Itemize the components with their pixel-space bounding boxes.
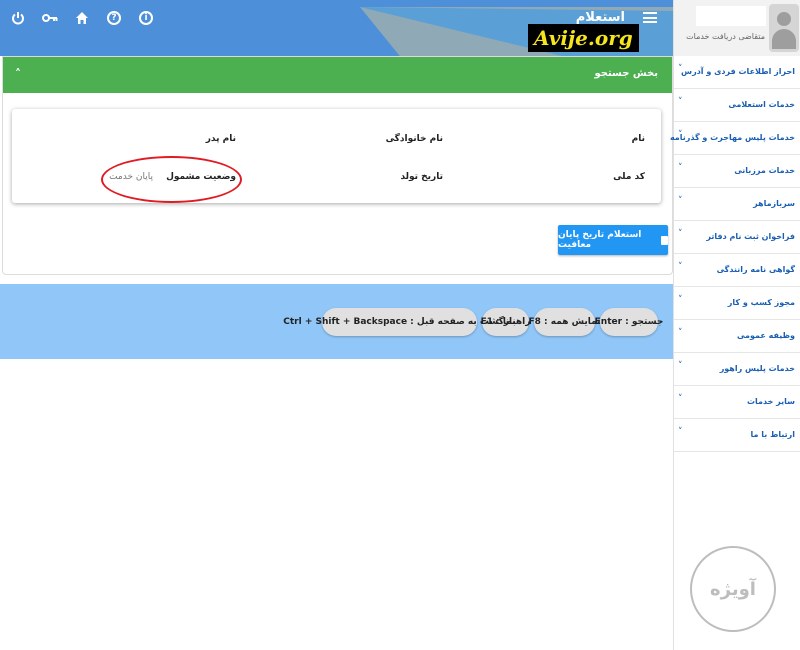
user-role-label: متقاضی دریافت خدمات (686, 32, 765, 41)
key-icon[interactable] (42, 10, 58, 26)
search-header[interactable]: ˄ بخش جستجو (3, 57, 672, 93)
shortcut-back-chip[interactable]: Ctrl + Shift + Backspace : بازگشت به صفح… (283, 308, 516, 336)
sidebar-item-label: خدمات پلیس مهاجرت و گذرنامه (669, 133, 795, 142)
chevron-down-icon: ˅ (678, 229, 683, 239)
user-name-field (696, 6, 766, 26)
sidebar-item-label: مجوز کسب و کار (727, 298, 795, 307)
sidebar-item-passport[interactable]: ˅ خدمات پلیس مهاجرت و گذرنامه (670, 122, 800, 155)
chevron-down-icon: ˅ (678, 196, 683, 206)
chevron-down-icon: ˅ (678, 97, 683, 107)
sidebar-item-personal-info[interactable]: ˅ احراز اطلاعات فردی و آدرس (674, 56, 800, 89)
highlight-annotation (101, 156, 242, 203)
chevron-down-icon: ˅ (678, 262, 683, 272)
shortcut-enter-chip[interactable]: Enter : جستجو (595, 308, 663, 336)
person-info-card: نام نام خانوادگی نام پدر کد ملی تاریخ تو… (12, 109, 661, 203)
avatar (769, 4, 799, 52)
inquiry-button-label: استعلام تاریخ پایان معافیت (558, 230, 642, 250)
sidebar-item-label: گواهی نامه رانندگی (716, 265, 795, 274)
home-icon[interactable] (74, 10, 90, 26)
sidebar-item-label: سربازماهر (753, 199, 795, 208)
shortcut-f8-chip[interactable]: F8 : نمایش همه (528, 308, 601, 336)
site-watermark: Avije.org (528, 24, 639, 52)
sidebar-item-inquiry-services[interactable]: ˅ خدمات استعلامی (674, 89, 800, 122)
sidebar-item-business-permit[interactable]: ˅ مجوز کسب و کار (674, 287, 800, 320)
sidebar-item-military-service[interactable]: ˅ وظیفه عمومی (674, 320, 800, 353)
info-icon[interactable]: i (138, 10, 154, 26)
shortcut-bar: Enter : جستجو F8 : نمایش همه F1 : راهنما… (0, 284, 673, 359)
name-label: نام (631, 134, 645, 144)
sidebar-item-office-registration[interactable]: ˅ فراخوان ثبت نام دفاتر (674, 221, 800, 254)
power-icon[interactable] (10, 10, 26, 26)
sidebar-item-label: ارتباط با ما (750, 430, 795, 439)
sidebar-item-driving-license[interactable]: ˅ گواهی نامه رانندگی (674, 254, 800, 287)
sidebar-item-other-services[interactable]: ˅ سایر خدمات (674, 386, 800, 419)
hamburger-menu-icon[interactable] (643, 12, 657, 23)
sidebar-item-label: خدمات مرزبانی (734, 166, 795, 175)
sidebar-item-border[interactable]: ˅ خدمات مرزبانی (674, 155, 800, 188)
exemption-inquiry-button[interactable]: استعلام تاریخ پایان معافیت (558, 225, 668, 255)
sidebar-item-label: احراز اطلاعات فردی و آدرس (681, 67, 795, 76)
sidebar-item-label: فراخوان ثبت نام دفاتر (706, 232, 795, 241)
chevron-down-icon: ˅ (678, 328, 683, 338)
chevron-down-icon: ˅ (678, 163, 683, 173)
father-name-label: نام پدر (205, 134, 236, 144)
chevron-down-icon: ˅ (678, 427, 683, 437)
search-header-title: بخش جستجو (594, 68, 658, 79)
sidebar-item-label: وظیفه عمومی (736, 331, 795, 340)
search-panel: ˄ بخش جستجو نام نام خانوادگی نام پدر کد … (2, 56, 673, 275)
chevron-down-icon: ˅ (678, 295, 683, 305)
sidebar-item-label: خدمات پلیس راهور (719, 364, 795, 373)
chevron-down-icon: ˅ (678, 361, 683, 371)
app-window: ? i استعلام ˄ بخش جستجو نام نام خانوادگی… (0, 0, 800, 650)
watermark-logo: آویژه (690, 546, 776, 632)
sidebar-item-skilled-soldier[interactable]: ˅ سربازماهر (674, 188, 800, 221)
chevron-up-icon[interactable]: ˄ (15, 67, 21, 81)
sidebar-item-label: خدمات استعلامی (728, 100, 795, 109)
page-title: استعلام (575, 10, 625, 25)
sidebar-item-label: سایر خدمات (746, 397, 795, 406)
sidebar-item-traffic-police[interactable]: ˅ خدمات پلیس راهور (674, 353, 800, 386)
sidebar-item-contact-us[interactable]: ˅ ارتباط با ما (674, 419, 800, 452)
family-name-label: نام خانوادگی (385, 134, 443, 144)
document-icon (661, 235, 668, 245)
help-icon[interactable]: ? (106, 10, 122, 26)
sidebar-user-header: متقاضی دریافت خدمات (674, 0, 800, 56)
national-code-label: کد ملی (613, 172, 645, 182)
chevron-down-icon: ˅ (678, 394, 683, 404)
birth-date-label: تاریخ تولد (400, 172, 443, 182)
